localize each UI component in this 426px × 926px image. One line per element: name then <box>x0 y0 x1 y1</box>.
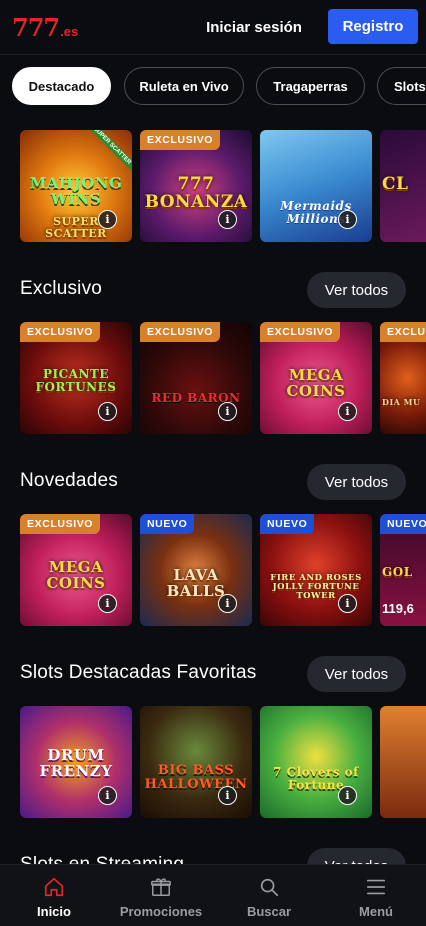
game-card-drum-frenzy[interactable]: DRUM FRENZY i <box>20 706 132 818</box>
main-content: SUPER SCATTER MAHJONG WINS SUPER SCATTER… <box>0 118 426 864</box>
game-card-fire-and-roses[interactable]: NUEVO FIRE AND ROSES JOLLY FORTUNE TOWER… <box>260 514 372 626</box>
badge-exclusivo: EXCLUSIVO <box>380 322 426 342</box>
login-button[interactable]: Iniciar sesión <box>200 10 308 44</box>
see-all-button[interactable]: Ver todos <box>307 272 406 308</box>
favorite-slots-row: DRUM FRENZY i BIG BASS HALLOWEEN i 7 Clo… <box>20 706 426 818</box>
menu-icon <box>364 875 388 899</box>
game-card-partial[interactable]: CL <box>380 130 426 242</box>
game-title: DIA MU <box>382 397 421 407</box>
badge-exclusivo: EXCLUSIVO <box>20 322 101 342</box>
game-card-777-bonanza[interactable]: EXCLUSIVO 777 BONANZA i <box>140 130 252 242</box>
jackpot-amount: 119,6 <box>382 601 414 616</box>
game-card-partial[interactable] <box>380 706 426 818</box>
section-title-slots-streaming: Slots en Streaming <box>20 854 184 864</box>
tab-destacado[interactable]: Destacado <box>12 67 111 105</box>
logo-tld-text: .es <box>60 24 79 39</box>
nav-label: Promociones <box>119 904 203 919</box>
info-icon[interactable]: i <box>218 402 237 421</box>
nav-item-menu[interactable]: Menú <box>348 865 404 926</box>
category-tabs: Destacado Ruleta en Vivo Tragaperras Slo… <box>0 56 426 118</box>
game-title: MEGA COINS <box>286 366 346 400</box>
info-icon[interactable]: i <box>218 210 237 229</box>
game-card-lava-balls[interactable]: NUEVO LAVA BALLS i <box>140 514 252 626</box>
nav-item-inicio[interactable]: Inicio <box>24 865 84 926</box>
game-card-picante-fortunes[interactable]: EXCLUSIVO PICANTE FORTUNES i <box>20 322 132 434</box>
game-title: 777 BONANZA <box>144 174 248 212</box>
info-icon[interactable]: i <box>338 786 357 805</box>
game-card-mermaids-millions[interactable]: Mermaids Millions i <box>260 130 372 242</box>
info-icon[interactable]: i <box>98 786 117 805</box>
see-all-button[interactable]: Ver todos <box>307 464 406 500</box>
info-icon[interactable]: i <box>98 210 117 229</box>
section-title-slots-destacadas: Slots Destacadas Favoritas <box>20 662 257 683</box>
new-games-row: EXCLUSIVO MEGA COINS i NUEVO LAVA BALLS … <box>20 514 426 626</box>
game-card-big-bass-halloween[interactable]: BIG BASS HALLOWEEN i <box>140 706 252 818</box>
game-title: MEGA COINS <box>46 558 106 592</box>
nav-label: Menú <box>359 904 393 919</box>
badge-nuevo: NUEVO <box>140 514 195 534</box>
bottom-navigation: Inicio Promociones Buscar Menú <box>0 864 426 926</box>
game-card-mega-coins[interactable]: EXCLUSIVO MEGA COINS i <box>260 322 372 434</box>
tab-slots[interactable]: Slots <box>377 67 426 105</box>
badge-exclusivo: EXCLUSIVO <box>140 322 221 342</box>
game-card-mega-coins[interactable]: EXCLUSIVO MEGA COINS i <box>20 514 132 626</box>
game-title: GOL <box>382 565 413 579</box>
logo-main-text: 777 <box>12 13 60 42</box>
nav-item-promociones[interactable]: Promociones <box>116 865 206 926</box>
game-ribbon: SUPER SCATTER <box>80 130 132 178</box>
logo[interactable]: 777 .es <box>12 13 79 42</box>
info-icon[interactable]: i <box>338 402 357 421</box>
info-icon[interactable]: i <box>98 594 117 613</box>
search-icon <box>257 875 281 899</box>
tab-tragaperras[interactable]: Tragaperras <box>256 67 365 105</box>
nav-item-buscar[interactable]: Buscar <box>238 865 300 926</box>
game-title: MAHJONG WINS <box>29 174 123 208</box>
nav-label: Buscar <box>246 904 292 919</box>
info-icon[interactable]: i <box>218 594 237 613</box>
badge-exclusivo: EXCLUSIVO <box>140 130 221 150</box>
game-card-mahjong-wins[interactable]: SUPER SCATTER MAHJONG WINS SUPER SCATTER… <box>20 130 132 242</box>
game-card-red-baron[interactable]: EXCLUSIVO RED BARON i <box>140 322 252 434</box>
info-icon[interactable]: i <box>338 210 357 229</box>
badge-nuevo: NUEVO <box>380 514 426 534</box>
info-icon[interactable]: i <box>98 402 117 421</box>
nav-label: Inicio <box>37 904 71 919</box>
game-title: PICANTE FORTUNES <box>35 367 117 394</box>
see-all-button[interactable]: Ver todos <box>307 656 406 692</box>
tab-ruleta-en-vivo[interactable]: Ruleta en Vivo <box>124 67 244 105</box>
register-button[interactable]: Registro <box>328 9 418 44</box>
badge-exclusivo: EXCLUSIVO <box>20 514 101 534</box>
info-icon[interactable]: i <box>218 786 237 805</box>
badge-exclusivo: EXCLUSIVO <box>260 322 341 342</box>
exclusive-games-row: EXCLUSIVO PICANTE FORTUNES i EXCLUSIVO R… <box>20 322 426 434</box>
game-title: CL <box>382 174 409 194</box>
top-header: 777 .es Iniciar sesión Registro <box>0 0 426 55</box>
gift-icon <box>149 875 173 899</box>
badge-nuevo: NUEVO <box>260 514 315 534</box>
game-card-partial[interactable]: EXCLUSIVO DIA MU <box>380 322 426 434</box>
game-card-7-clovers-of-fortune[interactable]: 7 Clovers of Fortune i <box>260 706 372 818</box>
game-card-partial[interactable]: NUEVO GOL 119,6 <box>380 514 426 626</box>
home-icon <box>42 875 66 899</box>
info-icon[interactable]: i <box>338 594 357 613</box>
section-title-novedades: Novedades <box>20 470 118 491</box>
section-title-exclusivo: Exclusivo <box>20 278 103 299</box>
featured-games-row: SUPER SCATTER MAHJONG WINS SUPER SCATTER… <box>20 130 426 242</box>
game-title: DRUM FRENZY <box>39 746 113 780</box>
see-all-button[interactable]: Ver todos <box>307 848 406 864</box>
